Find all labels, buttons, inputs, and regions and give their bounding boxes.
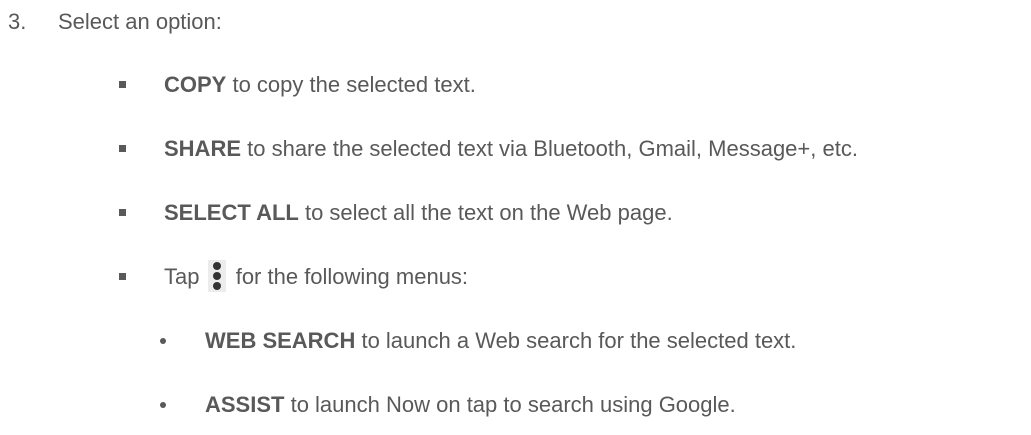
- submenu-description: to launch Now on tap to search using Goo…: [284, 392, 736, 417]
- submenu-keyword: WEB SEARCH: [205, 328, 356, 353]
- option-text: SELECT ALL to select all the text on the…: [164, 198, 673, 228]
- option-text: COPY to copy the selected text.: [164, 70, 476, 100]
- square-bullet-icon: [119, 209, 126, 216]
- tap-suffix: for the following menus:: [229, 264, 469, 289]
- option-keyword: COPY: [164, 72, 227, 97]
- option-keyword: SHARE: [164, 136, 242, 161]
- step-number: 3.: [8, 9, 27, 34]
- step-text: Select an option:: [58, 9, 222, 34]
- tap-prefix: Tap: [164, 264, 206, 289]
- option-text: SHARE to share the selected text via Blu…: [164, 134, 858, 164]
- option-keyword: SELECT ALL: [164, 200, 299, 225]
- option-description: to select all the text on the Web page.: [298, 200, 673, 225]
- submenu-text: ASSIST to launch Now on tap to search us…: [205, 390, 736, 420]
- round-bullet-icon: [160, 402, 166, 408]
- square-bullet-icon: [119, 273, 126, 280]
- submenu-text: WEB SEARCH to launch a Web search for th…: [205, 326, 796, 356]
- option-description: to share the selected text via Bluetooth…: [241, 136, 858, 161]
- submenu-keyword: ASSIST: [205, 392, 285, 417]
- square-bullet-icon: [119, 145, 126, 152]
- option-description: to copy the selected text.: [226, 72, 476, 97]
- round-bullet-icon: [160, 338, 166, 344]
- submenu-description: to launch a Web search for the selected …: [355, 328, 797, 353]
- tap-text: Tap for the following menus:: [164, 260, 469, 294]
- more-vert-icon: [207, 260, 226, 293]
- square-bullet-icon: [119, 81, 126, 88]
